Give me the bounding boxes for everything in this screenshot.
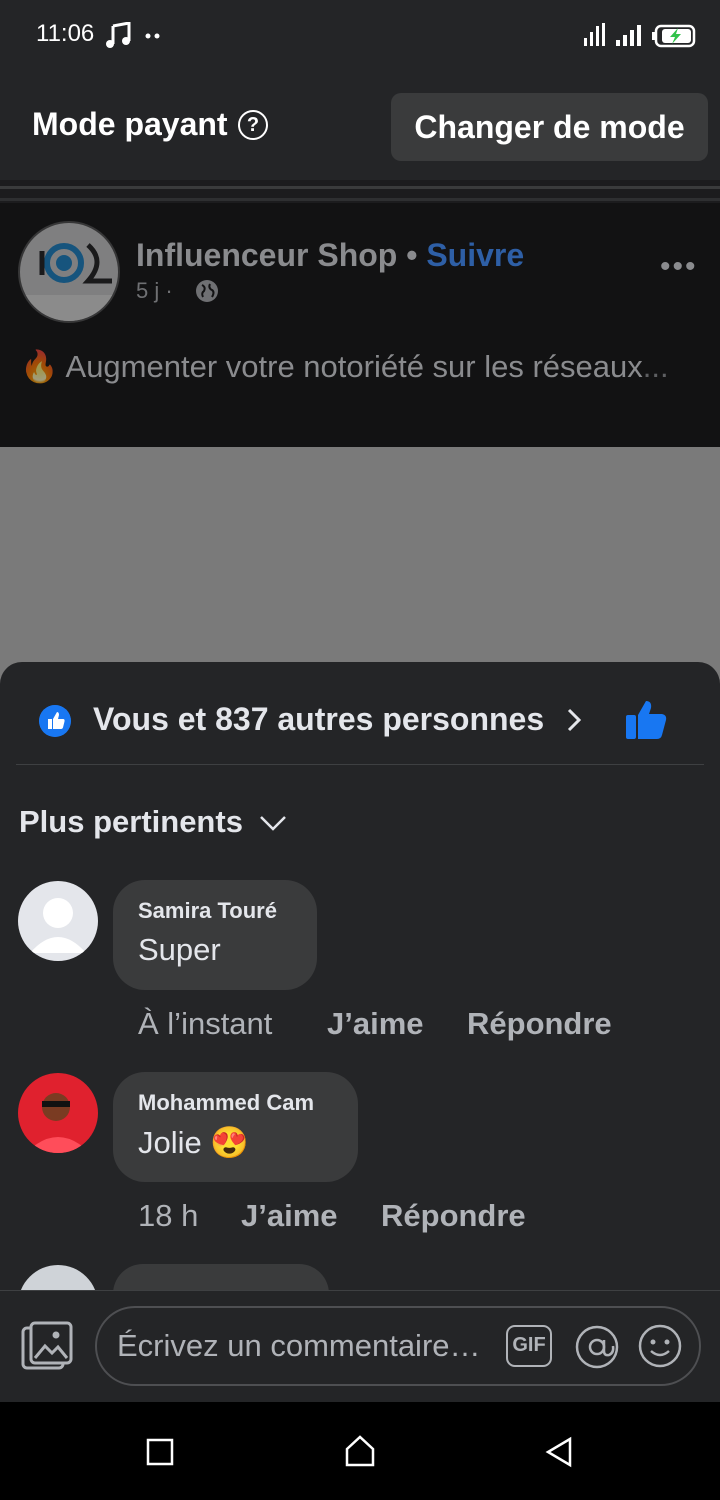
chevron-down-icon[interactable] [258,812,288,834]
music-note-icon [106,22,131,48]
post-text: 🔥 Augmenter votre notoriété sur les rése… [20,349,669,384]
avatar[interactable] [18,1073,98,1153]
emoji-icon[interactable] [638,1324,682,1368]
more-icon[interactable]: ••• [660,250,698,284]
status-time: 11:06 [36,20,95,47]
battery-icon [652,24,696,48]
nav-square-icon[interactable] [146,1438,174,1466]
sort-dropdown[interactable]: Plus pertinents [19,804,243,840]
nav-home-icon[interactable] [344,1434,376,1468]
reply-button[interactable]: Répondre [381,1198,526,1234]
divider [0,186,720,189]
chevron-right-icon[interactable] [564,706,584,734]
reply-button[interactable]: Répondre [467,1006,612,1042]
at-icon[interactable] [574,1324,620,1370]
post-timestamp: 5 j · [136,278,173,303]
comment-time: 18 h [138,1198,199,1233]
globe-icon [196,280,218,302]
comment-text: Super [138,932,221,967]
change-mode-button[interactable]: Changer de mode [391,93,708,161]
like-button[interactable]: J’aime [327,1006,424,1042]
comment-input-placeholder[interactable]: Écrivez un commentaire… [117,1328,481,1364]
comment-text: Jolie 😍 [138,1125,249,1160]
post-image [0,447,720,687]
page-avatar[interactable] [18,221,120,323]
thumbs-up-icon[interactable] [624,699,668,741]
more-dots-icon [145,33,160,39]
divider [0,198,720,201]
comment-author[interactable]: Samira Touré [138,898,277,924]
help-icon[interactable]: ? [238,110,268,140]
comment-author[interactable]: Mohammed Cam [138,1090,314,1116]
comment-time: À l’instant [138,1006,273,1041]
like-badge-icon [39,705,71,737]
like-button[interactable]: J’aime [241,1198,338,1234]
reactions-summary[interactable]: Vous et 837 autres personnes [93,701,544,738]
post-author[interactable]: Influenceur Shop • Suivre [136,237,524,274]
avatar[interactable] [18,881,98,961]
gif-icon[interactable]: GIF [506,1325,552,1367]
heart-eyes-emoji: 😍 [210,1125,249,1160]
signal-icon [584,23,641,46]
photo-icon[interactable] [20,1320,74,1372]
mode-title: Mode payant [32,106,228,142]
nav-back-icon[interactable] [544,1436,574,1468]
divider [16,764,704,765]
follow-link[interactable]: Suivre [426,237,524,273]
